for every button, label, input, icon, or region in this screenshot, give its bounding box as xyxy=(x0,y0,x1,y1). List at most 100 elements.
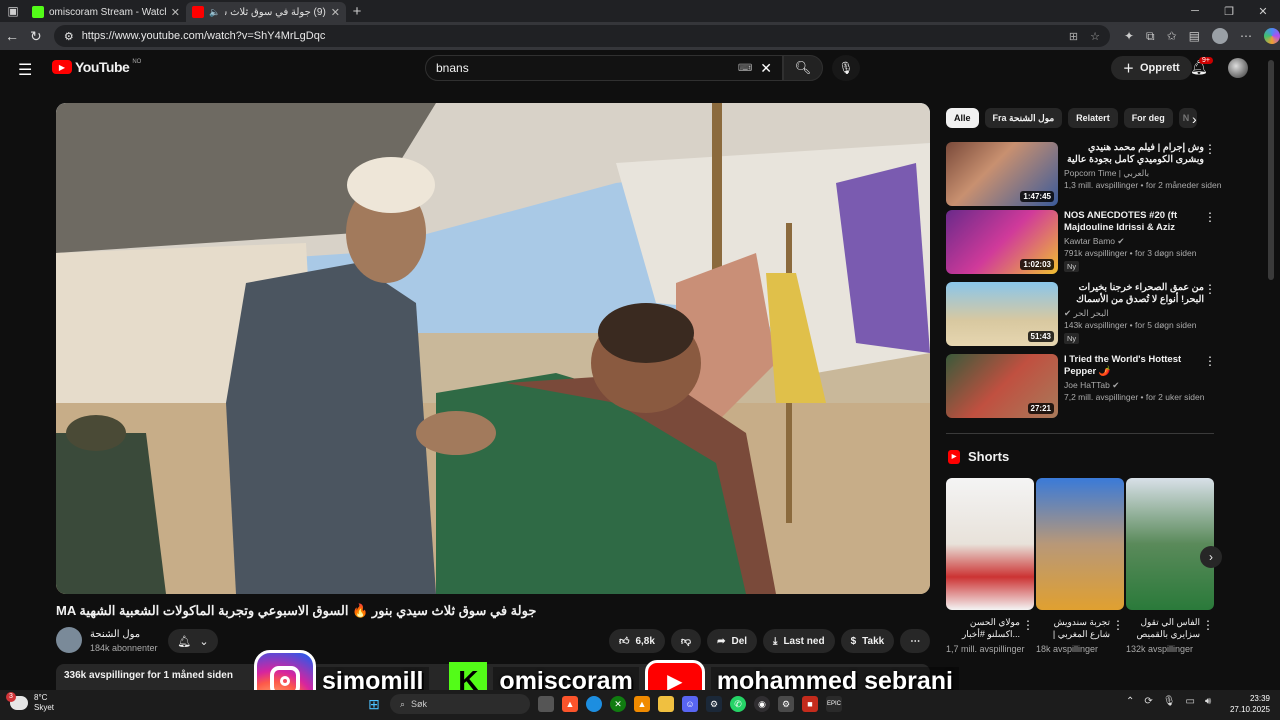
copilot-icon[interactable] xyxy=(1263,28,1280,44)
epic-games-icon[interactable]: EPIC xyxy=(826,696,842,712)
more-options-icon[interactable]: ⋮ xyxy=(1204,354,1216,368)
brave-icon[interactable]: ▲ xyxy=(562,696,578,712)
keyboard-icon[interactable]: ⌨ xyxy=(738,63,752,74)
video-thumbnail[interactable]: 27:21 xyxy=(946,354,1058,418)
collections-icon[interactable]: ▤ xyxy=(1189,29,1200,43)
chip-from-channel[interactable]: Fra مول الشنحة xyxy=(984,108,1063,128)
recommended-video[interactable]: 51:43 من عمق الصحراء خرجنا بخيرات البحر!… xyxy=(946,282,1216,346)
short-item[interactable]: تجربة سندويش شارع المغربي | 18k avspilli… xyxy=(1036,478,1124,654)
video-meta: 1,3 mill. avspillinger • for 2 måneder s… xyxy=(1064,180,1222,190)
address-bar-row: ← ↻ ⚙ https://www.youtube.com/watch?v=Sh… xyxy=(0,22,1280,50)
back-icon[interactable]: ← xyxy=(0,28,24,44)
chip-related[interactable]: Relatert xyxy=(1068,108,1118,128)
youtube-logo[interactable]: ▶ YouTube NO xyxy=(52,59,141,75)
short-thumbnail[interactable] xyxy=(1036,478,1124,610)
new-tab-button[interactable]: + xyxy=(346,3,368,20)
settings-icon[interactable]: ⚙ xyxy=(778,696,794,712)
short-item[interactable]: الفاس الي تقول سزايري بالقميص 132k avspi… xyxy=(1126,478,1214,654)
task-view-icon[interactable] xyxy=(538,696,554,712)
channel-name[interactable]: Kawtar Bamo ✔ xyxy=(1064,236,1125,247)
xbox-icon[interactable]: ✕ xyxy=(610,696,626,712)
vlc-icon[interactable]: ▲ xyxy=(634,696,650,712)
notification-count-badge: 9+ xyxy=(1199,57,1213,64)
channel-name[interactable]: Joe HaTTab ✔ xyxy=(1064,380,1119,391)
browser-tab-youtube[interactable]: 🔈 (9) جولة في سوق ثلاث سيدي ✕ xyxy=(186,2,346,22)
chip-all[interactable]: Alle xyxy=(946,108,979,128)
close-tab-icon[interactable]: ✕ xyxy=(171,6,180,19)
channel-name[interactable]: مول الشنحة xyxy=(90,629,140,640)
close-tab-icon[interactable]: ✕ xyxy=(331,6,340,19)
youtube-favicon-icon xyxy=(192,6,204,18)
user-avatar[interactable] xyxy=(1228,58,1248,78)
app-available-icon[interactable]: ⊞ xyxy=(1069,30,1078,43)
create-button[interactable]: ＋ Opprett xyxy=(1111,56,1192,80)
microphone-icon[interactable]: 🎙︎ xyxy=(1163,696,1176,707)
short-title: مولاي الحسن ...اكسلنو #أخبار xyxy=(961,617,1020,639)
more-options-icon[interactable]: ⋮ xyxy=(1204,282,1216,296)
thanks-icon: $ xyxy=(850,635,857,647)
search-input[interactable]: bnans ⌨ ✕ xyxy=(425,55,783,81)
browser-tab-omiscoram[interactable]: omiscoram Stream - Watch Live o ✕ xyxy=(26,2,186,22)
app-red-icon[interactable]: ■ xyxy=(802,696,818,712)
url-field[interactable]: ⚙ https://www.youtube.com/watch?v=ShY4Mr… xyxy=(53,25,1110,47)
tab-actions-icon[interactable]: ▣ xyxy=(0,0,26,22)
recommended-video[interactable]: 1:02:03 NOS ANECDOTES #20 (ft Majdouline… xyxy=(946,210,1216,274)
more-options-icon[interactable]: ⋮ xyxy=(1204,142,1216,156)
more-options-icon[interactable]: ⋮ xyxy=(1204,210,1216,224)
extensions-icon[interactable]: ✦ xyxy=(1124,29,1134,43)
steam-icon[interactable]: ⚙ xyxy=(706,696,722,712)
speaker-icon[interactable]: 🔈 xyxy=(209,7,220,18)
display-icon[interactable]: ▭ xyxy=(1185,696,1194,707)
maximize-icon[interactable]: ❐ xyxy=(1212,0,1246,22)
chevron-right-icon: › xyxy=(1209,550,1213,564)
chevron-right-icon[interactable]: › xyxy=(1192,111,1197,127)
favorites-icon[interactable]: ✩ xyxy=(1167,29,1177,43)
more-options-icon[interactable]: ⋮ xyxy=(1202,618,1214,632)
site-info-icon[interactable]: ⚙ xyxy=(64,30,74,43)
favorite-star-icon[interactable]: ☆ xyxy=(1090,30,1100,43)
chip-for-you[interactable]: For deg xyxy=(1123,108,1173,128)
minimize-icon[interactable]: ─ xyxy=(1178,0,1212,22)
browser-tab-strip: ▣ omiscoram Stream - Watch Live o ✕ 🔈 (9… xyxy=(0,0,1280,22)
more-options-icon[interactable]: ⋮ xyxy=(1022,618,1034,632)
video-meta: 7,2 mill. avspillinger • for 2 uker side… xyxy=(1064,392,1205,402)
obs-icon[interactable]: ◉ xyxy=(754,696,770,712)
short-thumbnail[interactable] xyxy=(1126,478,1214,610)
menu-icon[interactable]: ☰ xyxy=(18,60,32,80)
channel-avatar[interactable] xyxy=(56,627,82,653)
channel-name[interactable]: Popcorn Time | بالعربي xyxy=(1064,168,1149,179)
more-icon: ⋯ xyxy=(910,635,921,647)
file-explorer-icon[interactable] xyxy=(658,696,674,712)
channel-name[interactable]: ✔ البحر الحر xyxy=(1064,308,1109,319)
clock[interactable]: 23:39 27.10.2025 xyxy=(1222,693,1270,715)
volume-icon[interactable]: 🔊︎ xyxy=(1205,696,1211,707)
split-screen-icon[interactable]: ⧉ xyxy=(1146,29,1155,44)
more-menu-icon[interactable]: ⋯ xyxy=(1240,29,1252,43)
whatsapp-icon[interactable]: ✆ xyxy=(730,696,746,712)
chevron-up-icon[interactable]: ⌃ xyxy=(1126,696,1134,707)
recommended-video[interactable]: 1:47:45 وش إجرام | فيلم محمد هنيدي وبشرى… xyxy=(946,142,1221,206)
video-thumbnail[interactable]: 51:43 xyxy=(946,282,1058,346)
more-options-icon[interactable]: ⋮ xyxy=(1112,618,1124,632)
recommended-video[interactable]: 27:21 I Tried the World's Hottest Pepper… xyxy=(946,354,1216,418)
discord-icon[interactable]: ☺ xyxy=(682,696,698,712)
edge-icon[interactable] xyxy=(586,696,602,712)
video-thumbnail[interactable]: 1:47:45 xyxy=(946,142,1058,206)
profile-avatar[interactable] xyxy=(1211,28,1228,44)
start-icon[interactable]: ⊞ xyxy=(366,696,382,712)
sync-icon[interactable]: ⟳ xyxy=(1144,696,1152,707)
close-window-icon[interactable]: ✕ xyxy=(1246,0,1280,22)
taskbar-search[interactable]: ⌕ Søk xyxy=(390,694,530,714)
refresh-icon[interactable]: ↻ xyxy=(24,28,48,45)
video-player[interactable] xyxy=(56,103,930,594)
video-thumbnail[interactable]: 1:02:03 xyxy=(946,210,1058,274)
short-thumbnail[interactable] xyxy=(946,478,1034,610)
subscribed-bell-button[interactable]: 🔔︎ ⌄ xyxy=(168,629,218,653)
voice-search-button[interactable]: 🎙︎ xyxy=(832,55,860,81)
page-scrollbar[interactable] xyxy=(1268,60,1274,280)
shorts-next-button[interactable]: › xyxy=(1200,546,1222,568)
search-button[interactable]: 🔍︎ xyxy=(783,55,823,81)
clear-search-icon[interactable]: ✕ xyxy=(760,60,772,77)
weather-widget[interactable]: 3 8°C Skyet xyxy=(6,692,54,713)
short-item[interactable]: مولاي الحسن ...اكسلنو #أخبار 1,7 mill. a… xyxy=(946,478,1034,654)
